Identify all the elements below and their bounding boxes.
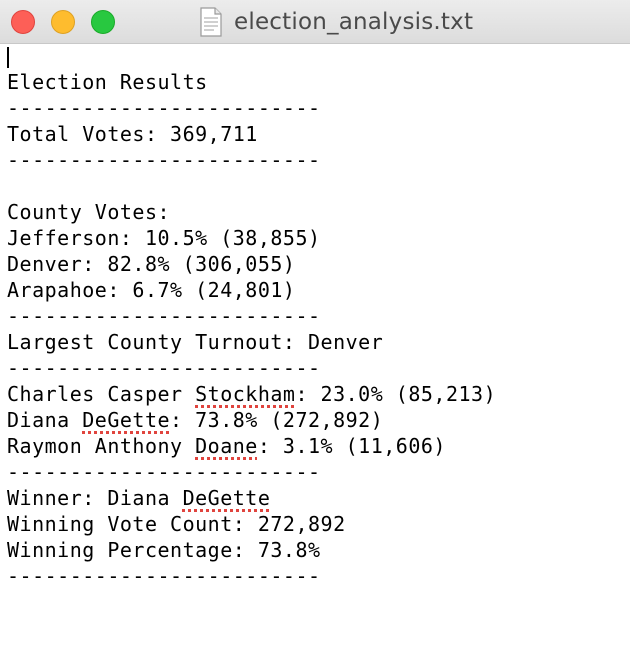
spellcheck-flagged-word[interactable]: Doane <box>195 434 258 458</box>
separator-line: ------------------------- <box>7 96 321 120</box>
heading-line: Election Results <box>7 70 208 94</box>
candidate-result: : 73.8% (272,892) <box>170 408 384 432</box>
text-editing-area[interactable]: Election Results -----------------------… <box>0 44 630 654</box>
candidate-prefix: Charles Casper <box>7 382 196 406</box>
candidate-line-degette: Diana DeGette: 73.8% (272,892) <box>7 407 496 433</box>
text-caret <box>7 47 9 68</box>
window-title: election_analysis.txt <box>234 9 474 35</box>
largest-county-line: Largest County Turnout: Denver <box>7 330 384 354</box>
separator-line: ------------------------- <box>7 564 321 588</box>
window-title-group: election_analysis.txt <box>200 6 473 38</box>
candidate-prefix: Raymon Anthony <box>7 434 196 458</box>
candidate-line-doane: Raymon Anthony Doane: 3.1% (11,606) <box>7 433 496 459</box>
close-button[interactable] <box>11 10 35 34</box>
separator-line: ------------------------- <box>7 148 321 172</box>
total-votes-line: Total Votes: 369,711 <box>7 122 258 146</box>
candidate-line-stockham: Charles Casper Stockham: 23.0% (85,213) <box>7 381 496 407</box>
candidate-prefix: Diana <box>7 408 83 432</box>
winning-vote-count-line: Winning Vote Count: 272,892 <box>7 512 346 536</box>
county-votes-header: County Votes: <box>7 200 171 224</box>
winner-prefix: Winner: Diana <box>7 486 183 510</box>
winning-percentage-line: Winning Percentage: 73.8% <box>7 538 321 562</box>
candidate-result: : 3.1% (11,606) <box>257 434 446 458</box>
spellcheck-flagged-word[interactable]: DeGette <box>82 408 170 432</box>
minimize-button[interactable] <box>51 10 75 34</box>
winner-line: Winner: Diana DeGette <box>7 485 496 511</box>
text-editor-window: election_analysis.txt Election Results -… <box>0 0 630 654</box>
candidate-result: : 23.0% (85,213) <box>295 382 497 406</box>
separator-line: ------------------------- <box>7 460 321 484</box>
title-bar[interactable]: election_analysis.txt <box>0 0 630 44</box>
county-line-jefferson: Jefferson: 10.5% (38,855) <box>7 226 321 250</box>
text-document-icon <box>200 7 222 37</box>
county-line-arapahoe: Arapahoe: 6.7% (24,801) <box>7 278 296 302</box>
document-text[interactable]: Election Results -----------------------… <box>7 69 496 589</box>
spellcheck-flagged-word[interactable]: Stockham <box>195 382 295 406</box>
zoom-button[interactable] <box>91 10 115 34</box>
separator-line: ------------------------- <box>7 304 321 328</box>
spellcheck-flagged-word[interactable]: DeGette <box>183 486 271 510</box>
separator-line: ------------------------- <box>7 356 321 380</box>
county-line-denver: Denver: 82.8% (306,055) <box>7 252 296 276</box>
